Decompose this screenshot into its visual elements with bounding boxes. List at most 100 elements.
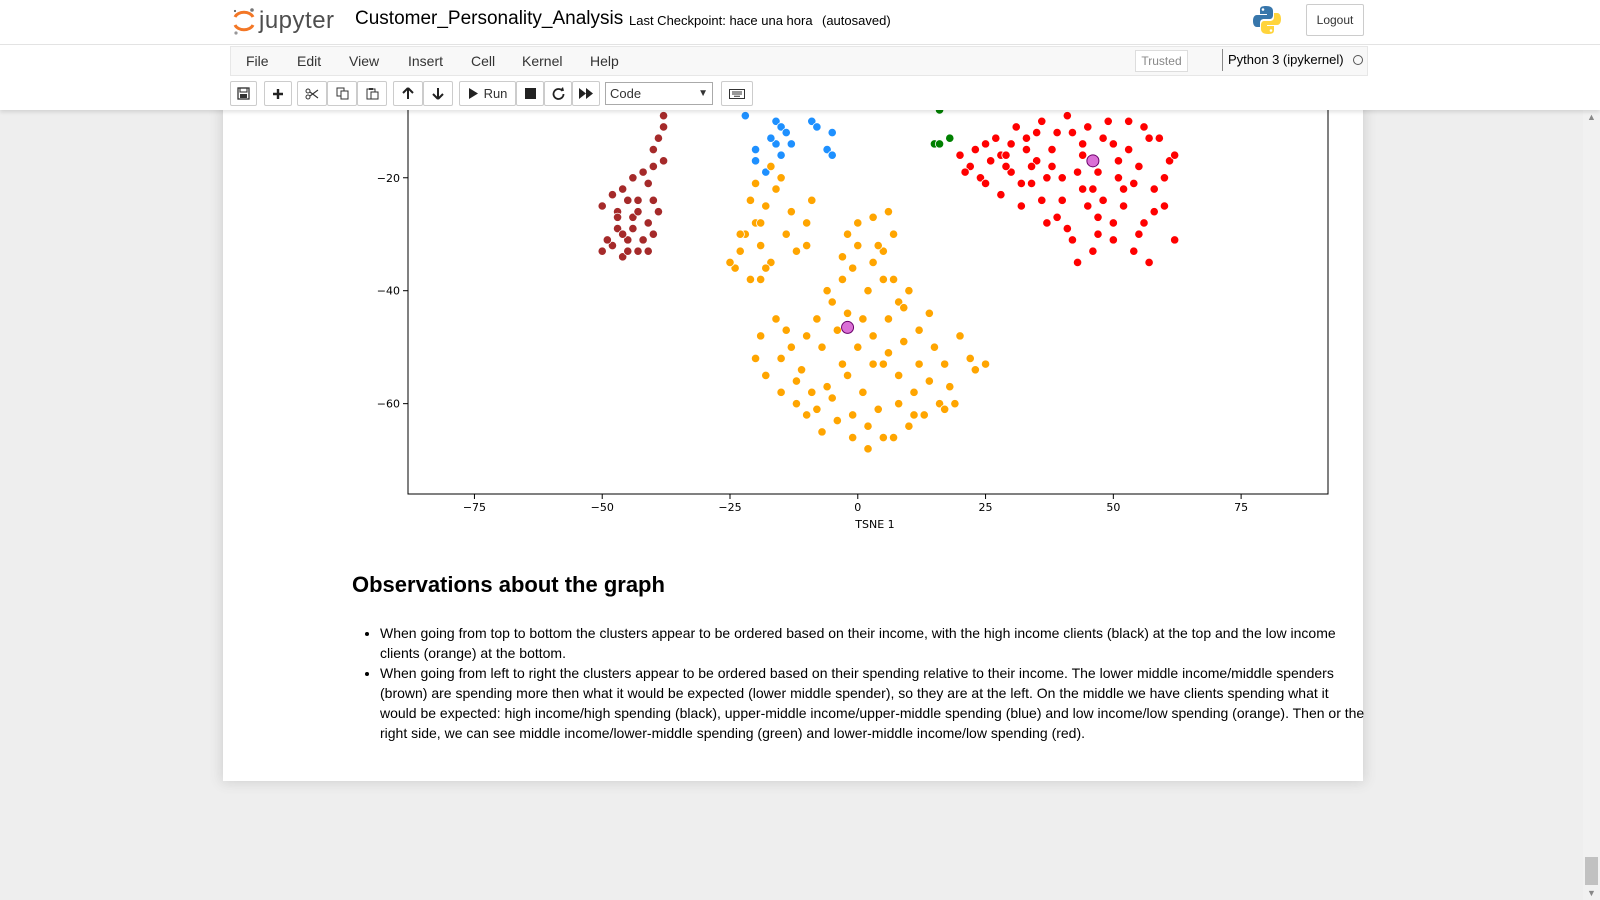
scatter-point — [1149, 207, 1159, 217]
move-up-button[interactable] — [393, 81, 423, 106]
scatter-point — [914, 359, 924, 369]
scatter-point — [950, 399, 960, 409]
scatter-point — [1067, 235, 1078, 245]
scatter-point — [853, 240, 863, 251]
scatter-point — [1032, 127, 1042, 138]
x-axis-label: TSNE 1 — [854, 518, 894, 531]
scatter-point — [786, 207, 796, 217]
arrow-down-icon — [432, 88, 444, 100]
scatter-point — [761, 370, 771, 381]
kernel-idle-icon — [1353, 55, 1363, 65]
scatter-point — [996, 190, 1006, 200]
scatter-point — [750, 156, 761, 166]
scatter-point — [832, 325, 842, 335]
scatter-point — [1016, 201, 1026, 211]
scatter-point — [618, 184, 628, 194]
restart-button[interactable] — [544, 81, 572, 106]
scatter-point — [802, 410, 812, 420]
scatter-point — [991, 133, 1001, 143]
scatter-point — [771, 184, 781, 194]
scatter-point — [1149, 184, 1159, 194]
y-tick-label: −40 — [377, 285, 400, 298]
menu-kernel[interactable]: Kernel — [522, 53, 562, 69]
run-button[interactable]: Run — [459, 81, 516, 106]
command-palette-button[interactable] — [721, 81, 753, 106]
scatter-point — [735, 229, 745, 239]
cut-button[interactable] — [297, 81, 327, 106]
menu-help[interactable]: Help — [590, 53, 619, 69]
scatter-point — [888, 432, 899, 443]
scatter-point — [633, 195, 643, 205]
header-divider — [0, 44, 1600, 45]
scatter-point — [766, 161, 776, 172]
save-button[interactable] — [230, 81, 257, 106]
logout-button[interactable]: Logout — [1306, 4, 1364, 36]
scatter-point — [878, 359, 888, 369]
scatter-point — [848, 432, 858, 443]
kernel-name[interactable]: Python 3 (ipykernel) — [1228, 52, 1344, 67]
scatter-point — [1088, 184, 1098, 194]
scatter-point — [970, 144, 980, 155]
scatter-point — [1078, 150, 1088, 160]
menu-bar: File Edit View Insert Cell Kernel Help — [230, 46, 1368, 76]
scatter-point — [894, 399, 904, 409]
scroll-down-icon[interactable]: ▼ — [1587, 888, 1596, 898]
scatter-point — [628, 173, 638, 183]
insert-cell-button[interactable] — [264, 81, 292, 106]
jupyter-logo-icon — [233, 8, 255, 35]
paste-icon — [366, 88, 378, 100]
scatter-point — [812, 314, 822, 324]
scatter-point — [1042, 173, 1052, 183]
scatter-point — [837, 359, 848, 369]
scatter-point — [638, 235, 648, 245]
trusted-indicator[interactable]: Trusted — [1135, 50, 1188, 72]
scatter-point — [745, 195, 756, 205]
scatter-point — [848, 263, 858, 273]
scatter-point — [658, 156, 669, 166]
menu-insert[interactable]: Insert — [408, 53, 443, 69]
scatter-point — [1129, 246, 1139, 256]
run-all-button[interactable] — [572, 81, 600, 106]
scatter-point — [929, 342, 940, 352]
cell-type-select[interactable]: Code ▼ — [605, 82, 713, 105]
scatter-point — [827, 393, 837, 403]
scatter-point — [858, 314, 868, 324]
menu-view[interactable]: View — [349, 53, 379, 69]
scroll-up-icon[interactable]: ▲ — [1587, 112, 1596, 122]
page-scrollbar[interactable]: ▲ ▼ — [1583, 110, 1600, 900]
paste-button[interactable] — [357, 81, 387, 106]
scatter-point — [1129, 178, 1139, 189]
scatter-point — [1124, 144, 1134, 155]
cluster-center-point — [1086, 154, 1100, 168]
arrow-up-icon — [402, 87, 414, 99]
scatter-point — [658, 122, 669, 132]
autosave-status: (autosaved) — [822, 13, 891, 28]
scatter-point — [791, 246, 802, 256]
scatter-point — [781, 229, 791, 239]
x-tick-label: 75 — [1234, 501, 1248, 514]
notebook-name[interactable]: Customer_Personality_Analysis — [355, 8, 623, 30]
scatter-point — [863, 286, 873, 296]
jupyter-logo[interactable]: jupyter — [232, 4, 335, 38]
menu-file[interactable]: File — [246, 53, 269, 69]
scatter-point — [761, 201, 771, 211]
scatter-point — [883, 348, 894, 358]
scatter-point — [802, 240, 812, 251]
scatter-point — [607, 190, 618, 200]
interrupt-button[interactable] — [516, 81, 544, 106]
move-down-button[interactable] — [423, 81, 453, 106]
scatter-point — [1052, 127, 1062, 138]
scatter-point — [945, 382, 955, 392]
scatter-point — [1083, 201, 1093, 211]
copy-button[interactable] — [327, 81, 357, 106]
scatter-point — [791, 376, 802, 386]
scrollbar-thumb[interactable] — [1585, 857, 1598, 885]
scatter-point — [904, 286, 914, 296]
menu-edit[interactable]: Edit — [297, 53, 321, 69]
play-icon — [468, 88, 478, 99]
menu-cell[interactable]: Cell — [471, 53, 495, 69]
x-tick-label: −25 — [718, 501, 741, 514]
scatter-point — [842, 229, 853, 239]
scatter-point — [1124, 116, 1134, 126]
scatter-point — [888, 229, 899, 239]
